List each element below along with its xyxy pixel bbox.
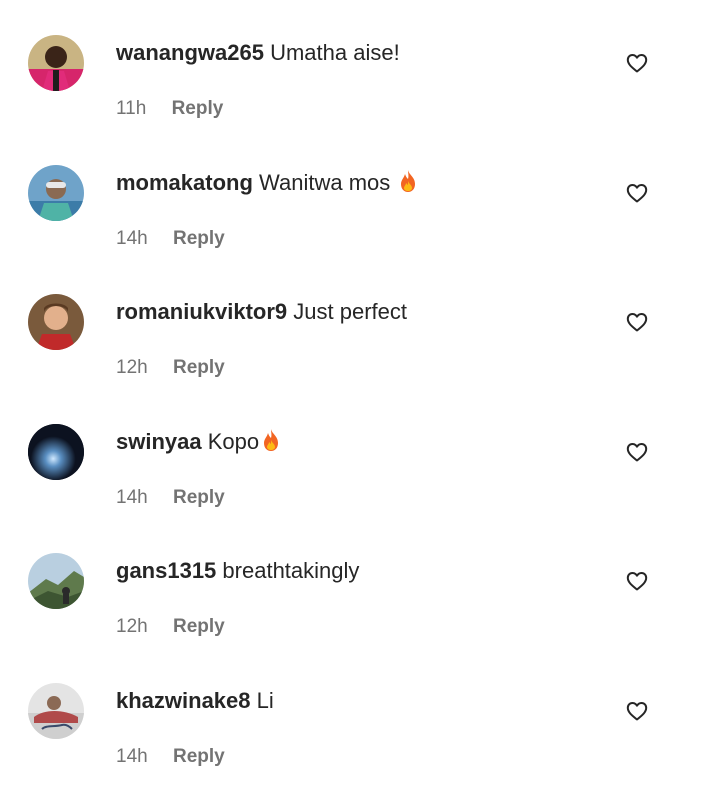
avatar[interactable] xyxy=(28,683,84,739)
comment-item: swinyaa Kopo 14h Reply xyxy=(0,419,720,548)
comment-item: khazwinake8 Li 14h Reply xyxy=(0,678,720,807)
comment-time: 11h xyxy=(116,98,147,119)
comment-time: 14h xyxy=(116,746,148,767)
heart-outline-icon[interactable] xyxy=(625,440,649,464)
comment-meta: 14h Reply xyxy=(116,745,225,769)
comment-text: Wanitwa mos xyxy=(259,170,397,195)
comment-item: gans1315 breathtakingly 12h Reply xyxy=(0,548,720,677)
comment-meta: 12h Reply xyxy=(116,356,225,380)
username-link[interactable]: swinyaa xyxy=(116,429,202,454)
comment-meta: 11h Reply xyxy=(116,97,223,121)
comment-meta: 12h Reply xyxy=(116,615,225,639)
comment-text: breathtakingly xyxy=(222,558,360,583)
reply-button[interactable]: Reply xyxy=(173,228,225,249)
heart-outline-icon[interactable] xyxy=(625,181,649,205)
comment-line: momakatong Wanitwa mos xyxy=(116,169,418,197)
heart-outline-icon[interactable] xyxy=(625,310,649,334)
heart-outline-icon[interactable] xyxy=(625,569,649,593)
comment-text: Just perfect xyxy=(293,299,408,324)
reply-button[interactable]: Reply xyxy=(173,616,225,637)
username-link[interactable]: momakatong xyxy=(116,170,253,195)
comment-line: romaniukviktor9 Just perfect xyxy=(116,298,407,326)
comment-line: swinyaa Kopo xyxy=(116,428,281,456)
comment-item: romaniukviktor9 Just perfect 12h Reply xyxy=(0,289,720,418)
comment-meta: 14h Reply xyxy=(116,227,225,251)
avatar[interactable] xyxy=(28,35,84,91)
reply-button[interactable]: Reply xyxy=(173,746,225,767)
username-link[interactable]: wanangwa265 xyxy=(116,40,264,65)
comment-line: gans1315 breathtakingly xyxy=(116,557,359,585)
comment-item: momakatong Wanitwa mos 14h Reply xyxy=(0,160,720,289)
comment-text: Li xyxy=(256,688,274,713)
comment-item: wanangwa265 Umatha aise! 11h Reply xyxy=(0,30,720,159)
fire-icon xyxy=(264,429,279,451)
avatar[interactable] xyxy=(28,294,84,350)
avatar[interactable] xyxy=(28,424,84,480)
comment-meta: 14h Reply xyxy=(116,486,225,510)
reply-button[interactable]: Reply xyxy=(172,98,224,119)
reply-button[interactable]: Reply xyxy=(173,357,225,378)
username-link[interactable]: romaniukviktor9 xyxy=(116,299,287,324)
username-link[interactable]: gans1315 xyxy=(116,558,216,583)
comment-text: Kopo xyxy=(207,429,260,454)
username-link[interactable]: khazwinake8 xyxy=(116,688,251,713)
heart-outline-icon[interactable] xyxy=(625,51,649,75)
comment-time: 12h xyxy=(116,616,148,637)
comment-time: 14h xyxy=(116,487,148,508)
comment-text: Umatha aise! xyxy=(270,40,400,65)
avatar[interactable] xyxy=(28,553,84,609)
avatar[interactable] xyxy=(28,165,84,221)
comment-time: 12h xyxy=(116,357,148,378)
comment-line: khazwinake8 Li xyxy=(116,687,274,715)
heart-outline-icon[interactable] xyxy=(625,699,649,723)
comment-line: wanangwa265 Umatha aise! xyxy=(116,39,400,67)
fire-icon xyxy=(401,170,416,192)
reply-button[interactable]: Reply xyxy=(173,487,225,508)
comment-time: 14h xyxy=(116,228,148,249)
